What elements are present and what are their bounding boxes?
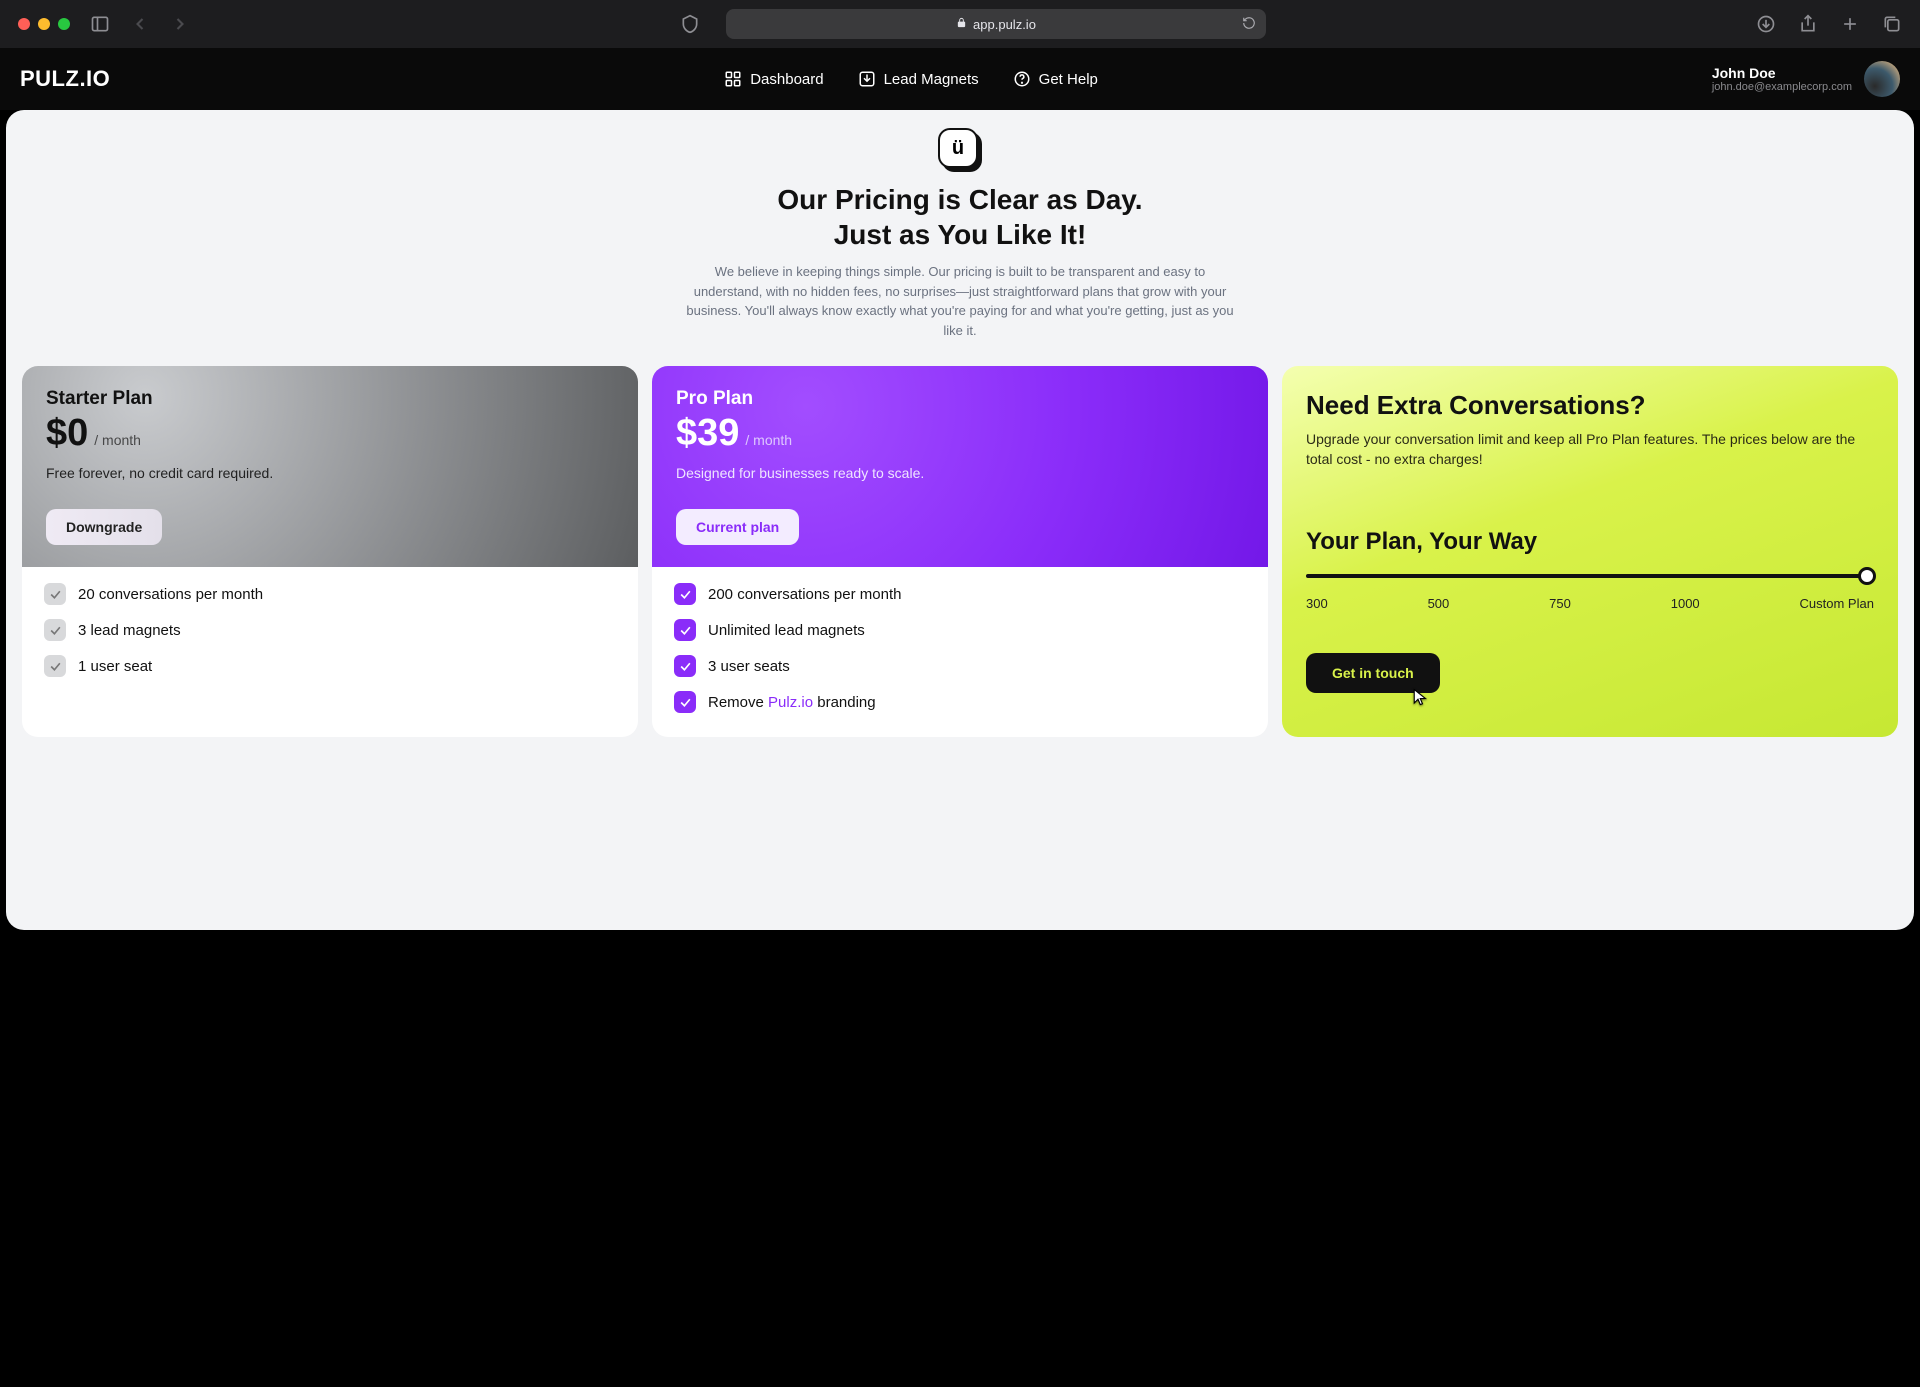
- plan-name: Starter Plan: [46, 388, 614, 410]
- check-icon: [674, 583, 696, 605]
- plan-period: / month: [94, 432, 141, 448]
- window-controls: [18, 18, 70, 30]
- lock-icon: [956, 17, 967, 31]
- nav-label: Dashboard: [750, 71, 823, 88]
- browser-toolbar: app.pulz.io: [0, 0, 1920, 48]
- close-window-button[interactable]: [18, 18, 30, 30]
- page-subtitle: We believe in keeping things simple. Our…: [680, 262, 1240, 340]
- slider-tick: 300: [1306, 596, 1328, 611]
- brand-logo[interactable]: PULZ.IO: [20, 66, 110, 92]
- new-tab-icon[interactable]: [1840, 14, 1860, 34]
- avatar[interactable]: [1864, 61, 1900, 97]
- feature-item: Remove Pulz.io branding: [674, 691, 1246, 713]
- slider-tick: 500: [1428, 596, 1450, 611]
- download-box-icon: [858, 70, 876, 88]
- grid-icon: [724, 70, 742, 88]
- plan-tagline: Designed for businesses ready to scale.: [676, 465, 1244, 481]
- plan-card-starter: Starter Plan $0 / month Free forever, no…: [22, 366, 638, 737]
- page-content: ü Our Pricing is Clear as Day. Just as Y…: [6, 110, 1914, 930]
- feature-item: Unlimited lead magnets: [674, 619, 1246, 641]
- plan-price: $39: [676, 412, 739, 455]
- reload-icon[interactable]: [1242, 16, 1256, 33]
- feature-list: 20 conversations per month 3 lead magnet…: [22, 567, 638, 701]
- slider-tick: 750: [1549, 596, 1571, 611]
- brand-link[interactable]: Pulz.io: [768, 694, 813, 711]
- maximize-window-button[interactable]: [58, 18, 70, 30]
- nav-get-help[interactable]: Get Help: [1013, 70, 1098, 88]
- extra-conversations-card: Need Extra Conversations? Upgrade your c…: [1282, 366, 1898, 737]
- back-button[interactable]: [130, 14, 150, 34]
- downgrade-button[interactable]: Downgrade: [46, 509, 162, 545]
- plan-card-pro: Pro Plan $39 / month Designed for busine…: [652, 366, 1268, 737]
- extra-subtitle: Upgrade your conversation limit and keep…: [1306, 429, 1874, 470]
- address-bar[interactable]: app.pulz.io: [726, 9, 1266, 39]
- slider-tick: Custom Plan: [1800, 596, 1874, 611]
- pricing-cards: Starter Plan $0 / month Free forever, no…: [22, 366, 1898, 737]
- check-icon: [674, 655, 696, 677]
- nav-lead-magnets[interactable]: Lead Magnets: [858, 70, 979, 88]
- plan-name: Pro Plan: [676, 388, 1244, 410]
- feature-item: 3 lead magnets: [44, 619, 616, 641]
- extra-heading: Your Plan, Your Way: [1306, 528, 1874, 556]
- current-plan-button[interactable]: Current plan: [676, 509, 799, 545]
- downloads-icon[interactable]: [1756, 14, 1776, 34]
- app-header: PULZ.IO Dashboard Lead Magnets Get Help …: [0, 48, 1920, 110]
- check-icon: [44, 619, 66, 641]
- get-in-touch-button[interactable]: Get in touch: [1306, 653, 1440, 693]
- privacy-shield-icon[interactable]: [680, 14, 700, 34]
- feature-item: 200 conversations per month: [674, 583, 1246, 605]
- share-icon[interactable]: [1798, 14, 1818, 34]
- hero: ü Our Pricing is Clear as Day. Just as Y…: [570, 128, 1350, 340]
- user-name: John Doe: [1712, 65, 1852, 81]
- nav-dashboard[interactable]: Dashboard: [724, 70, 823, 88]
- feature-list: 200 conversations per month Unlimited le…: [652, 567, 1268, 737]
- feature-item: 3 user seats: [674, 655, 1246, 677]
- page-title: Our Pricing is Clear as Day. Just as You…: [570, 182, 1350, 252]
- plan-period: / month: [745, 432, 792, 448]
- plan-tagline: Free forever, no credit card required.: [46, 465, 614, 481]
- feature-item: 20 conversations per month: [44, 583, 616, 605]
- url-text: app.pulz.io: [973, 17, 1036, 32]
- feature-item: 1 user seat: [44, 655, 616, 677]
- plan-price: $0: [46, 412, 88, 455]
- check-icon: [44, 583, 66, 605]
- user-email: john.doe@examplecorp.com: [1712, 81, 1852, 93]
- minimize-window-button[interactable]: [38, 18, 50, 30]
- user-menu[interactable]: John Doe john.doe@examplecorp.com: [1712, 61, 1900, 97]
- sidebar-toggle-icon[interactable]: [90, 14, 110, 34]
- main-nav: Dashboard Lead Magnets Get Help: [110, 70, 1712, 88]
- nav-label: Get Help: [1039, 71, 1098, 88]
- extra-title: Need Extra Conversations?: [1306, 390, 1874, 421]
- check-icon: [674, 691, 696, 713]
- slider-track: [1306, 574, 1874, 578]
- nav-label: Lead Magnets: [884, 71, 979, 88]
- check-icon: [674, 619, 696, 641]
- tabs-overview-icon[interactable]: [1882, 14, 1902, 34]
- help-icon: [1013, 70, 1031, 88]
- check-icon: [44, 655, 66, 677]
- slider-ticks: 300 500 750 1000 Custom Plan: [1306, 596, 1874, 611]
- slider-thumb[interactable]: [1858, 567, 1876, 585]
- slider-tick: 1000: [1671, 596, 1700, 611]
- hero-logo-icon: ü: [938, 128, 982, 172]
- conversations-slider[interactable]: [1306, 574, 1874, 578]
- forward-button[interactable]: [170, 14, 190, 34]
